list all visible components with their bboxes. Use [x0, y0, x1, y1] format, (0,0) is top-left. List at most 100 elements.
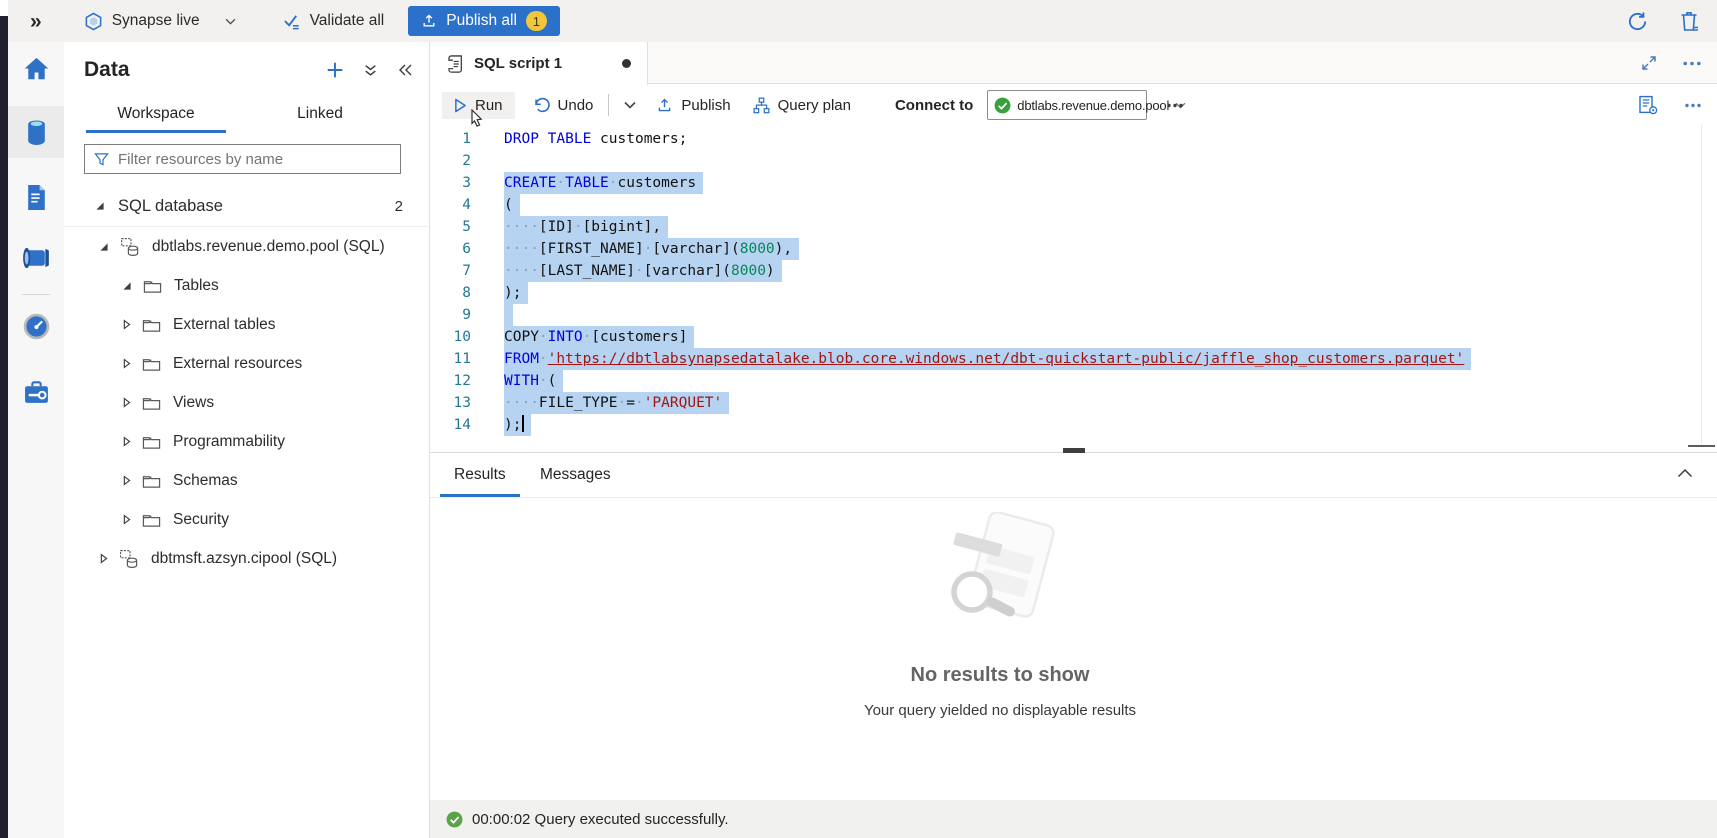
filter-resources-box[interactable] [84, 144, 401, 174]
panel-title: Data [84, 58, 130, 82]
line-number: 6 [430, 238, 471, 260]
line-number: 9 [430, 304, 471, 326]
nav-home-icon[interactable] [8, 42, 64, 94]
code-line[interactable]: 12WITH·( [430, 370, 1717, 392]
tab-more-icon[interactable] [1683, 61, 1701, 66]
collapsed-triangle-icon[interactable] [122, 475, 131, 486]
toolbar-more-icon[interactable] [1685, 103, 1701, 108]
tree-item-security[interactable]: Security [64, 500, 429, 539]
expand-editor-icon[interactable] [1641, 55, 1657, 71]
tab-sql-script-1[interactable]: SQL script 1 [430, 42, 648, 85]
publish-label: Publish [681, 97, 730, 114]
undo-button[interactable]: Undo [533, 97, 594, 114]
tab-title: SQL script 1 [474, 55, 562, 72]
expanded-triangle-icon[interactable] [122, 281, 132, 291]
tab-results[interactable]: Results [440, 453, 520, 497]
tree-root-sql-database[interactable]: SQL database 2 [64, 186, 429, 227]
folder-icon [142, 317, 161, 333]
tree-item-views[interactable]: Views [64, 383, 429, 422]
query-plan-label: Query plan [778, 97, 851, 114]
editor-scrollbar-track[interactable] [1701, 125, 1702, 447]
tree-item-external-tables[interactable]: External tables [64, 305, 429, 344]
code-line[interactable]: 7····[LAST_NAME]·[varchar](8000) [430, 260, 1717, 282]
code-line[interactable]: 10COPY·INTO·[customers] [430, 326, 1717, 348]
tree-item-external-resources[interactable]: External resources [64, 344, 429, 383]
editor-scrollbar-thumb[interactable] [1688, 445, 1715, 447]
tab-messages[interactable]: Messages [526, 453, 625, 497]
pool-name: dbtlabs.revenue.demo.pool [1017, 98, 1169, 113]
discard-trash-icon[interactable] [1679, 10, 1699, 32]
tab-workspace[interactable]: Workspace [86, 100, 226, 133]
nav-develop-icon[interactable] [8, 171, 64, 223]
filter-funnel-icon [94, 152, 109, 167]
collapse-results-chevron-icon[interactable] [1677, 468, 1693, 478]
properties-icon[interactable] [1638, 95, 1658, 115]
top-command-bar: » Synapse live Validate all Publish all … [8, 0, 1717, 42]
code-line[interactable]: 13····FILE_TYPE·=·'PARQUET' [430, 392, 1717, 414]
publish-count-badge: 1 [526, 11, 547, 31]
code-line[interactable]: 5····[ID]·[bigint], [430, 216, 1717, 238]
expand-all-icon[interactable] [363, 63, 378, 78]
code-line[interactable]: 6····[FIRST_NAME]·[varchar](8000), [430, 238, 1717, 260]
tree-item-pool-2[interactable]: dbtmsft.azsyn.cipool (SQL) [64, 539, 429, 578]
code-line[interactable]: 2 [430, 150, 1717, 172]
code-line[interactable]: 9 [430, 304, 1717, 326]
collapsed-triangle-icon[interactable] [122, 436, 131, 447]
main-work-area: SQL script 1 Run Undo Publish [430, 42, 1717, 838]
collapsed-triangle-icon[interactable] [122, 514, 131, 525]
folder-icon [142, 356, 161, 372]
editor-toolbar: Run Undo Publish Query plan C [430, 85, 1717, 125]
tree-item-programmability[interactable]: Programmability [64, 422, 429, 461]
mouse-cursor [470, 109, 484, 129]
nav-data-icon[interactable] [8, 106, 64, 158]
status-message: 00:00:02 Query executed successfully. [472, 811, 729, 828]
query-plan-button[interactable]: Query plan [753, 97, 851, 114]
folder-icon [142, 473, 161, 489]
collapsed-triangle-icon[interactable] [122, 358, 131, 369]
sql-pool-icon [120, 237, 140, 257]
undo-label: Undo [558, 97, 594, 114]
empty-results-state: No results to show Your query yielded no… [430, 498, 1570, 800]
publish-all-label: Publish all [446, 12, 517, 30]
tree-item-label: Views [173, 394, 214, 412]
publish-all-button[interactable]: Publish all 1 [408, 6, 560, 36]
code-line[interactable]: 1DROP TABLE customers; [430, 128, 1717, 150]
tree-item-tables[interactable]: Tables [64, 266, 429, 305]
line-number: 5 [430, 216, 471, 238]
collapsed-triangle-icon[interactable] [122, 319, 131, 330]
sql-code-editor[interactable]: 1DROP TABLE customers;23CREATE·TABLE·cus… [430, 125, 1717, 447]
pool-dropdown[interactable]: dbtlabs.revenue.demo.pool [987, 90, 1147, 120]
collapsed-triangle-icon[interactable] [99, 553, 108, 564]
code-line[interactable]: 4( [430, 194, 1717, 216]
filter-input[interactable] [118, 151, 368, 168]
tab-linked[interactable]: Linked [260, 100, 380, 133]
expand-panel-icon[interactable]: » [30, 11, 42, 32]
workspace-selector[interactable]: Synapse live [84, 12, 236, 31]
nav-integrate-icon[interactable] [8, 232, 64, 284]
publish-button[interactable]: Publish [656, 97, 730, 114]
line-number: 12 [430, 370, 471, 392]
run-options-chevron-icon[interactable] [624, 101, 636, 109]
collapsed-triangle-icon[interactable] [122, 397, 131, 408]
connect-more-icon[interactable] [1167, 103, 1183, 108]
expanded-triangle-icon[interactable] [95, 201, 105, 211]
code-line[interactable]: 8); [430, 282, 1717, 304]
nav-manage-icon[interactable] [8, 366, 64, 418]
tree-item-pool-1[interactable]: dbtlabs.revenue.demo.pool (SQL) [64, 227, 429, 266]
folder-icon [142, 512, 161, 528]
add-resource-icon[interactable] [326, 61, 344, 79]
code-line[interactable]: 14); [430, 414, 1717, 436]
code-line[interactable]: 11FROM·'https://dbtlabsynapsedatalake.bl… [430, 348, 1717, 370]
validate-all-button[interactable]: Validate all [282, 12, 385, 30]
success-check-icon [446, 811, 463, 828]
code-line[interactable]: 3CREATE·TABLE·customers [430, 172, 1717, 194]
splitter-drag-handle[interactable] [1063, 448, 1085, 453]
nav-monitor-icon[interactable] [8, 300, 64, 352]
tree-item-schemas[interactable]: Schemas [64, 461, 429, 500]
tree-item-label: External resources [173, 355, 302, 373]
connected-check-icon [994, 97, 1011, 114]
expanded-triangle-icon[interactable] [99, 242, 109, 252]
tree-item-label: Programmability [173, 433, 285, 451]
collapse-panel-icon[interactable] [397, 63, 413, 77]
refresh-icon[interactable] [1626, 10, 1649, 33]
